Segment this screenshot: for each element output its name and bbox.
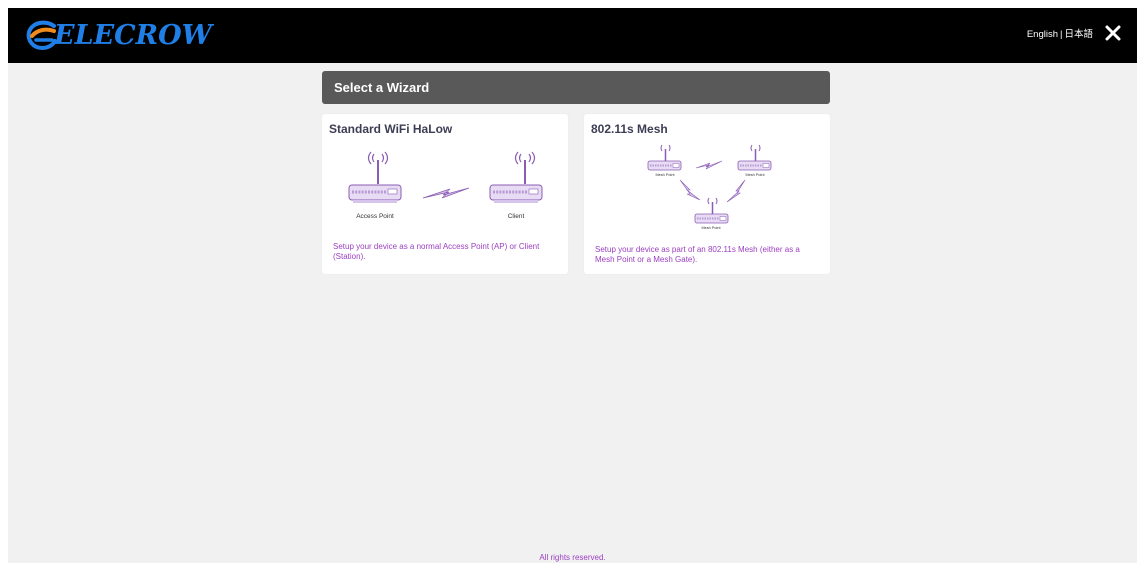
page-frame: ELECROW English | 日本語 Select a Wizard St… xyxy=(8,8,1137,563)
language-switcher: English | 日本語 xyxy=(1027,28,1093,42)
mesh-point-label: Mesh Point xyxy=(702,226,722,230)
logo-text: ELECROW xyxy=(54,20,212,51)
access-point-client-diagram: Access Point Client xyxy=(348,151,543,220)
top-bar: ELECROW English | 日本語 xyxy=(8,8,1137,63)
access-point-label: Access Point xyxy=(356,213,394,220)
mesh-point-router-icon xyxy=(737,144,772,171)
card-description: Setup your device as part of an 802.11s … xyxy=(595,245,800,264)
wizard-title: Select a Wizard xyxy=(334,80,430,95)
access-point-router-icon xyxy=(348,151,402,203)
mesh-point-label: Mesh Point xyxy=(746,173,766,177)
wireless-link-icon xyxy=(422,187,470,199)
mesh-network-diagram: Mesh Point Mesh Point Mesh Point xyxy=(647,144,772,230)
mesh-point-router-icon xyxy=(647,144,682,171)
footer-copyright: All rights reserved. xyxy=(539,553,606,562)
mesh-802-11s-card[interactable]: 802.11s Mesh Mesh Point Mesh Point Mesh … xyxy=(584,114,830,274)
standard-wifi-halow-card[interactable]: Standard WiFi HaLow Access Point Client … xyxy=(322,114,568,274)
close-icon[interactable] xyxy=(1105,25,1121,41)
wizard-header: Select a Wizard xyxy=(322,71,830,104)
language-english-link[interactable]: English xyxy=(1027,28,1058,42)
language-separator: | xyxy=(1060,29,1063,40)
elecrow-logo[interactable]: ELECROW xyxy=(24,17,214,55)
client-label: Client xyxy=(508,213,525,220)
card-description: Setup your device as a normal Access Poi… xyxy=(333,242,540,261)
language-japanese-link[interactable]: 日本語 xyxy=(1064,28,1093,42)
mesh-point-label: Mesh Point xyxy=(656,173,676,177)
wireless-link-icon xyxy=(726,179,746,203)
mesh-point-router-icon xyxy=(694,197,729,224)
wireless-link-icon xyxy=(679,179,701,201)
client-router-icon xyxy=(489,151,543,203)
wireless-link-icon xyxy=(695,160,723,170)
